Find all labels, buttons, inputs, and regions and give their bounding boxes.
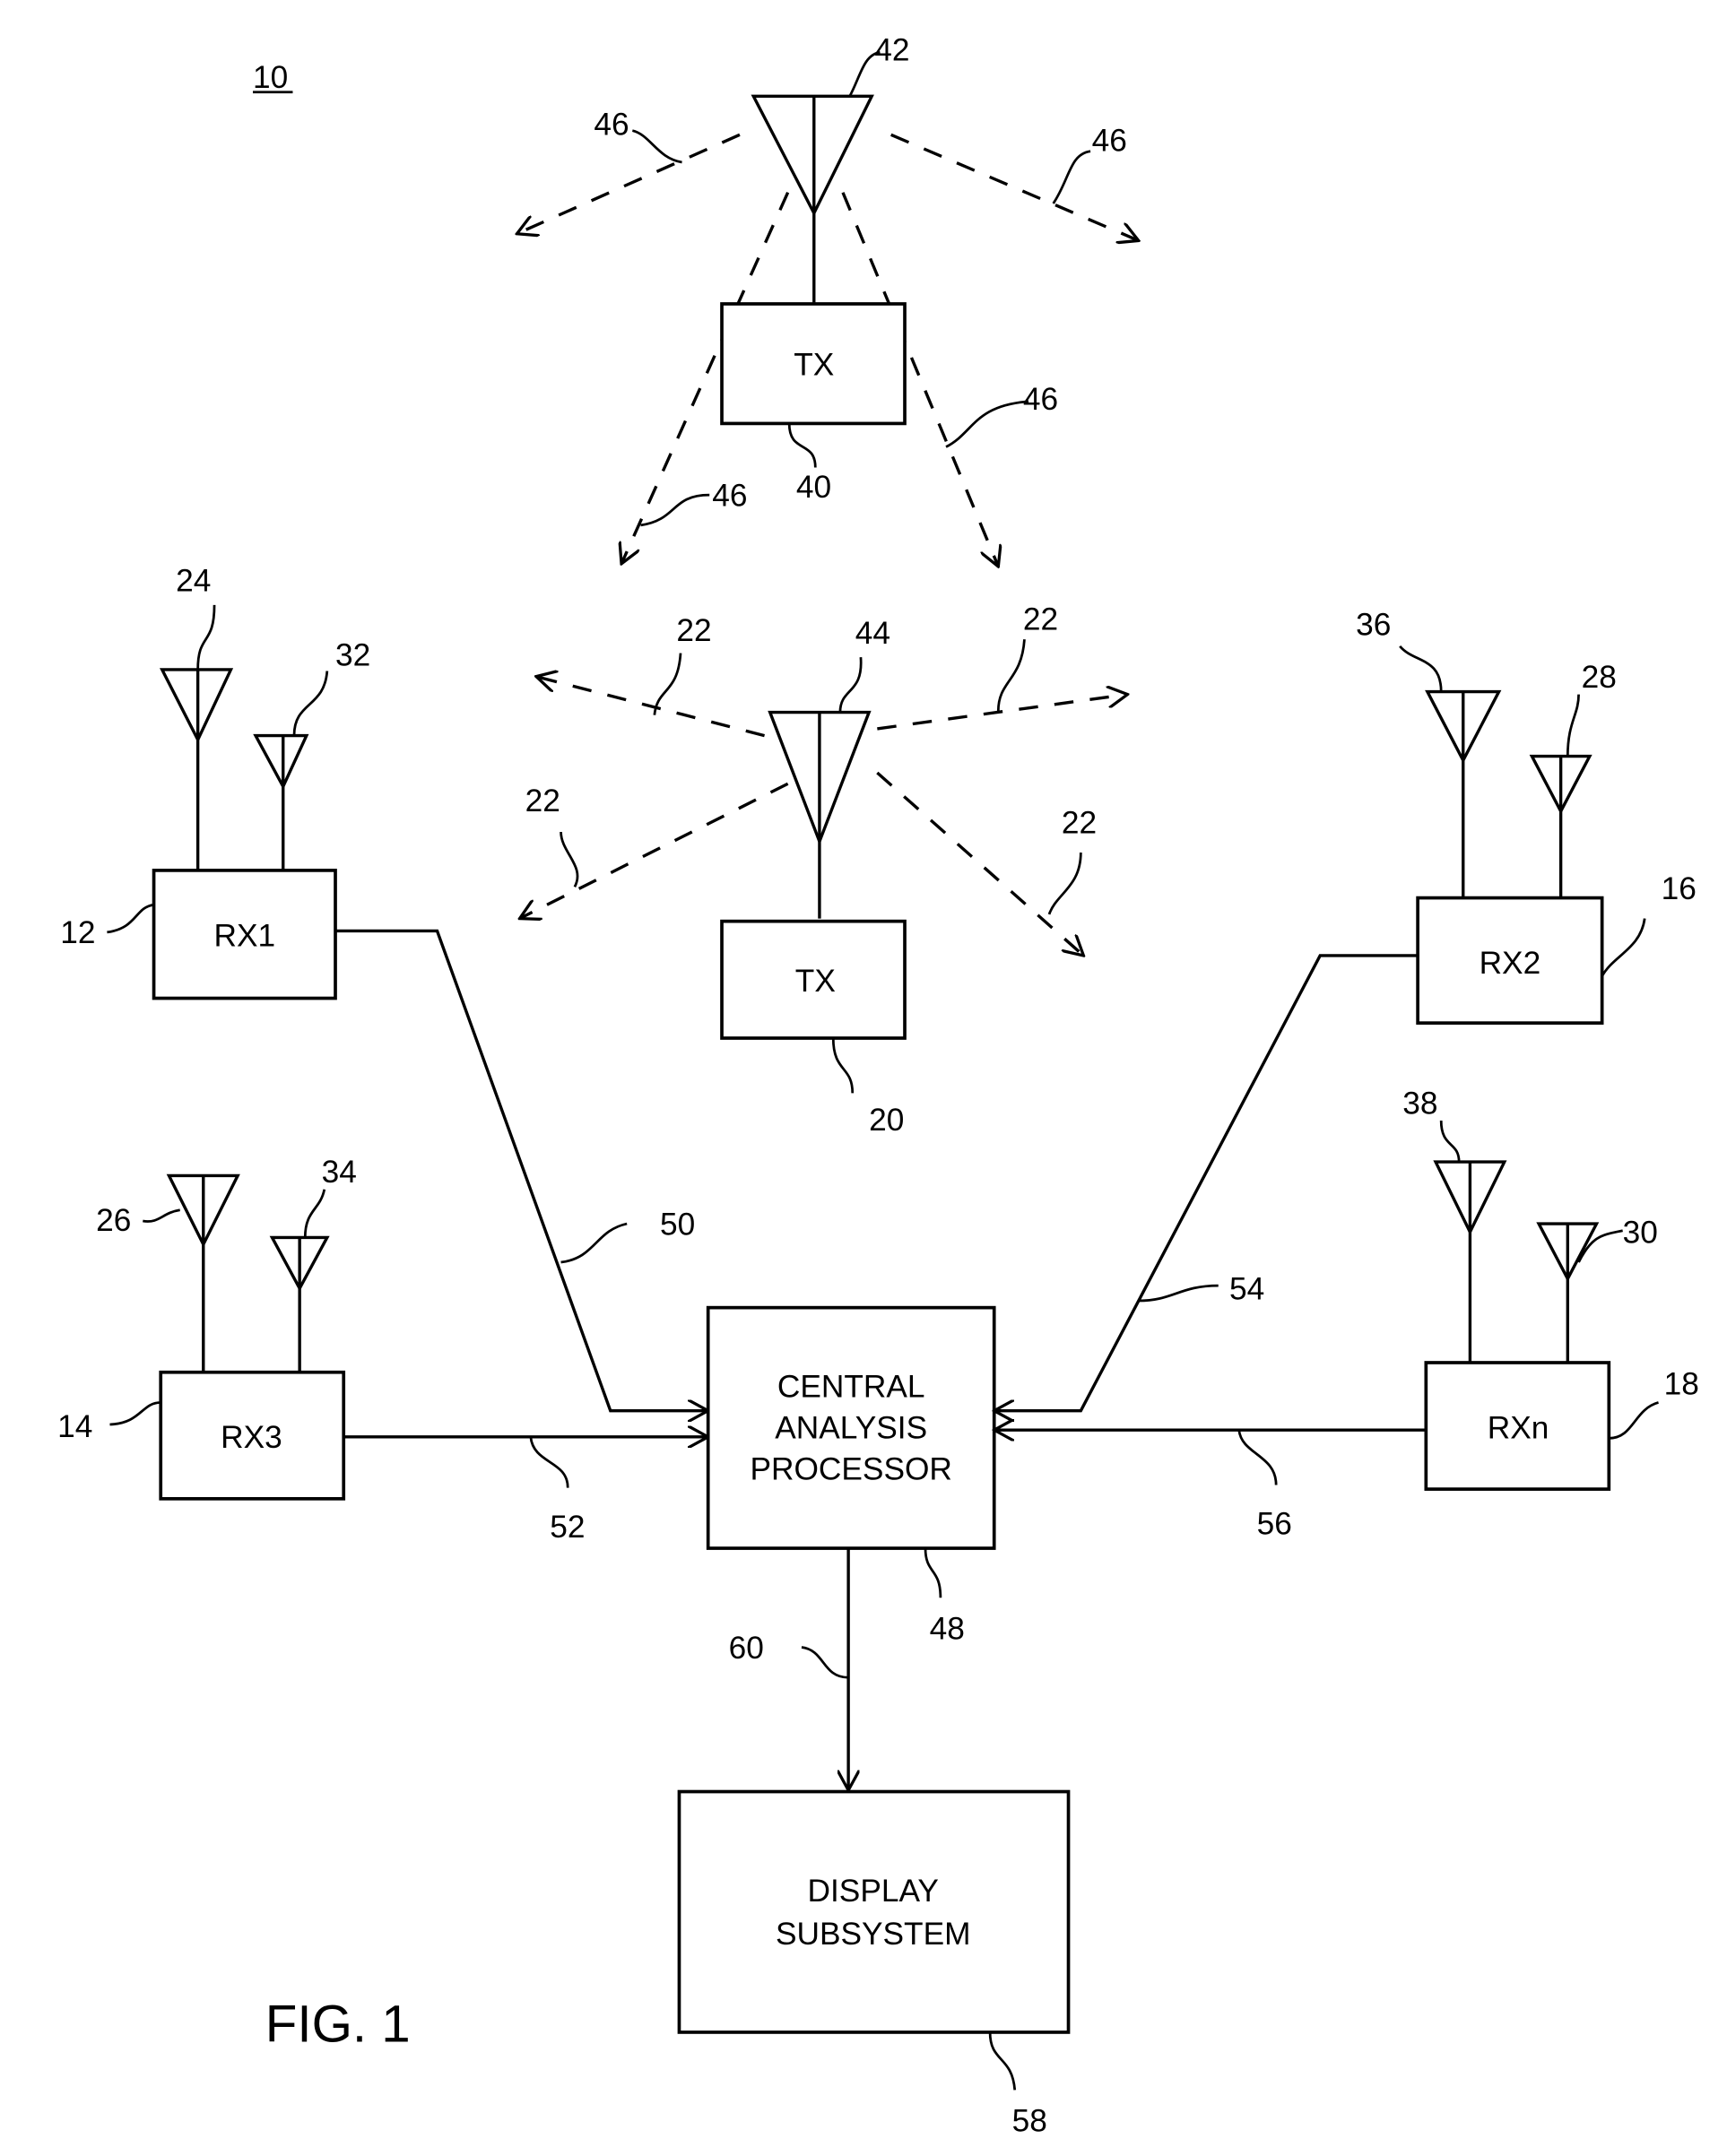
leader-50 (560, 1222, 628, 1264)
ref-46c: 46 (1023, 382, 1058, 417)
ref-50: 50 (660, 1207, 695, 1242)
display-line-2: SUBSYSTEM (776, 1917, 971, 1952)
ref-46b: 46 (1092, 124, 1127, 159)
ref-38: 38 (1402, 1086, 1437, 1121)
ref-12: 12 (60, 915, 95, 950)
system-ref: 10 (253, 60, 288, 95)
ref-18: 18 (1664, 1366, 1699, 1401)
leader-36 (1399, 645, 1443, 692)
ref-20: 20 (869, 1103, 904, 1138)
leader-48 (924, 1548, 942, 1598)
rx1-antennas (160, 668, 309, 870)
ref-52: 52 (550, 1510, 585, 1545)
ref-30: 30 (1623, 1216, 1658, 1251)
leader-60 (801, 1646, 849, 1679)
ref-34: 34 (322, 1155, 357, 1190)
leader-22c (560, 831, 579, 888)
leader-56 (1237, 1429, 1278, 1485)
tx-top-label: TX (794, 348, 834, 383)
leader-22b (996, 639, 1026, 711)
rx3-antennas (166, 1173, 330, 1372)
ref-22c: 22 (525, 784, 560, 818)
leader-34 (303, 1189, 326, 1238)
leader-52 (529, 1436, 569, 1488)
leader-32 (292, 671, 329, 736)
ref-40: 40 (796, 470, 831, 505)
leader-58 (988, 2031, 1017, 2091)
ref-22b: 22 (1023, 602, 1058, 636)
leader-46a (631, 129, 682, 164)
ref-28: 28 (1582, 660, 1617, 695)
ref-32: 32 (335, 637, 370, 672)
ref-48: 48 (930, 1611, 965, 1646)
tx-top-antenna (751, 94, 874, 303)
leader-14 (109, 1401, 161, 1426)
ref-46d: 46 (712, 478, 747, 513)
link-50-rx1 (335, 929, 708, 1410)
processor-line-2: ANALYSIS (775, 1410, 927, 1445)
leader-40 (787, 423, 817, 468)
leader-46b (1052, 150, 1091, 204)
processor-line-1: CENTRAL (777, 1369, 925, 1404)
rxn-antennas (1433, 1160, 1600, 1363)
figure-title: FIG. 1 (265, 1996, 411, 2054)
rx1-label: RX1 (213, 918, 275, 953)
tx-mid-label: TX (795, 964, 836, 999)
ref-42: 42 (874, 32, 909, 67)
display-line-1: DISPLAY (808, 1874, 939, 1909)
leader-22a (653, 653, 682, 715)
ref-36: 36 (1356, 608, 1391, 643)
rxn-label: RXn (1488, 1410, 1549, 1445)
leader-44 (838, 657, 863, 713)
rx3-label: RX3 (221, 1420, 282, 1455)
ref-56: 56 (1257, 1507, 1292, 1542)
ref-46a: 46 (594, 107, 629, 142)
ref-60: 60 (729, 1631, 764, 1666)
ref-22a: 22 (676, 613, 711, 648)
leader-28 (1566, 694, 1580, 757)
ref-44: 44 (855, 616, 890, 651)
leader-18 (1609, 1401, 1659, 1440)
ref-54: 54 (1229, 1271, 1264, 1306)
leader-12 (107, 903, 154, 934)
tx-mid-antenna (768, 710, 872, 919)
leader-46c (945, 400, 1029, 448)
leader-38 (1439, 1121, 1461, 1163)
leader-22d (1047, 852, 1082, 915)
ref-16: 16 (1662, 871, 1697, 906)
display-block (677, 1789, 1071, 2034)
ref-26: 26 (96, 1203, 131, 1238)
tx-mid-signals (520, 677, 1128, 956)
rx2-antennas (1425, 689, 1592, 898)
processor-line-3: PROCESSOR (751, 1451, 952, 1486)
link-54-rx2 (994, 954, 1419, 1411)
leader-24 (196, 604, 216, 670)
ref-22d: 22 (1062, 805, 1097, 840)
ref-24: 24 (176, 564, 211, 599)
rx2-label: RX2 (1480, 946, 1541, 981)
leader-20 (831, 1038, 855, 1094)
leader-26 (143, 1208, 180, 1223)
leader-16 (1601, 918, 1646, 977)
leader-54 (1138, 1284, 1219, 1303)
patent-diagram: 10 42 TX 40 46 46 46 46 44 TX 20 22 22 2… (57, 32, 1699, 2138)
ref-14: 14 (57, 1409, 92, 1444)
ref-58: 58 (1012, 2103, 1047, 2138)
